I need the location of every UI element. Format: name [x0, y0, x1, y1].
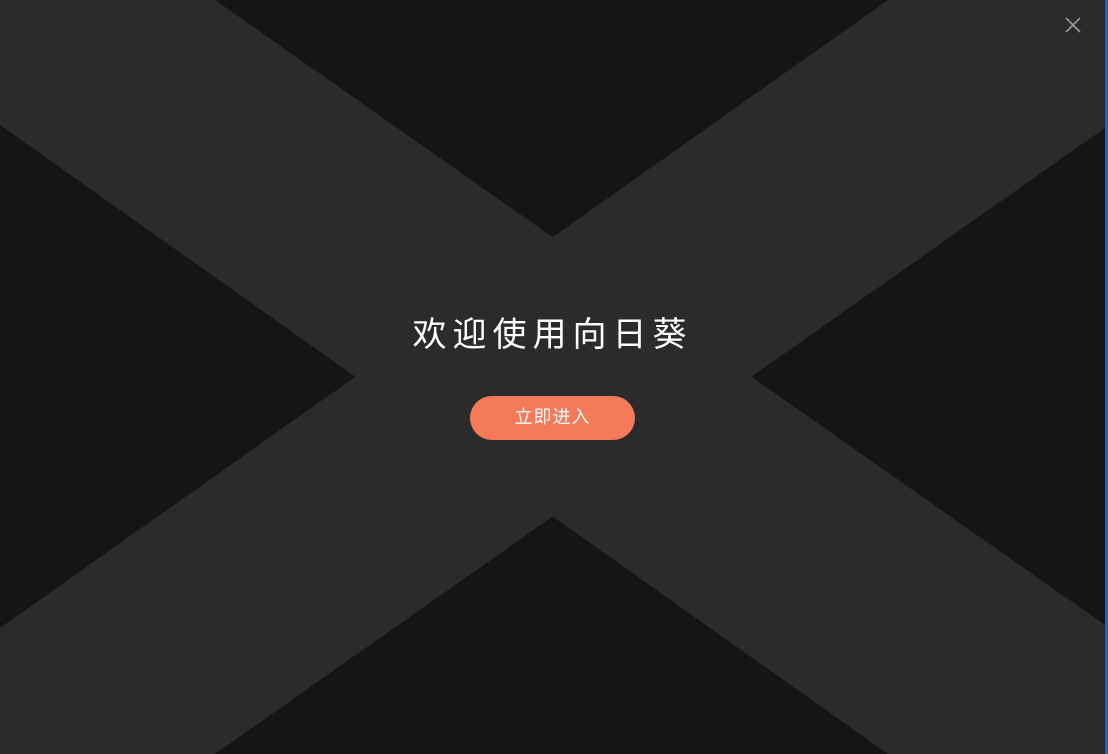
enter-now-button[interactable]: 立即进入: [470, 396, 635, 440]
background-x-pattern: [0, 0, 1108, 754]
welcome-title: 欢迎使用向日葵: [412, 315, 693, 355]
welcome-window: 欢迎使用向日葵 立即进入: [0, 0, 1108, 754]
close-icon: [1064, 16, 1082, 34]
close-button[interactable]: [1060, 12, 1086, 38]
